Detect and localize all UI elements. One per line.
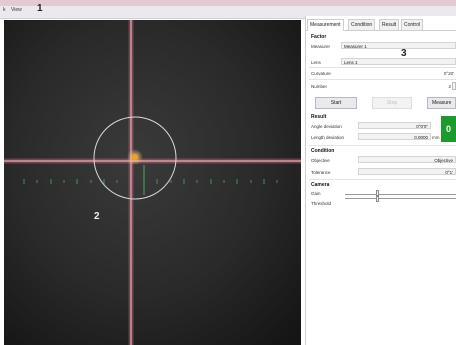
tolerance-label: Tolerance (311, 170, 331, 175)
callout-2: 2 (94, 211, 100, 222)
tab-measurement[interactable]: Measurement (307, 19, 344, 31)
threshold-label: Threshold (311, 201, 332, 206)
tolerance-field[interactable]: 0°1' (358, 168, 456, 175)
number-label: Number (311, 84, 328, 89)
objective-label: Objective (311, 158, 330, 163)
result-section-title: Result (311, 114, 327, 120)
camera-view[interactable] (4, 20, 301, 345)
number-spinner[interactable] (452, 82, 456, 90)
threshold-slider-thumb[interactable] (376, 196, 379, 202)
divider (309, 67, 456, 68)
start-button[interactable]: Start (315, 97, 357, 109)
callout-1: 1 (37, 3, 43, 14)
divider (309, 145, 456, 146)
angle-deviation-label: Angle deviation (311, 124, 342, 129)
measurer-label: Measurer (311, 44, 331, 49)
divider (309, 179, 456, 180)
camera-canvas (4, 20, 301, 345)
length-deviation-label: Length deviation (311, 135, 345, 140)
factor-section-title: Factor (311, 34, 327, 40)
tab-bar: Measurement Condition Result Control (305, 18, 456, 31)
threshold-slider[interactable] (345, 198, 456, 199)
objective-field[interactable]: Objective (358, 156, 456, 163)
lens-label: Lens (311, 60, 321, 65)
menu-item-k[interactable]: k (3, 7, 6, 13)
divider (309, 79, 456, 80)
measurer-select[interactable]: Measurer 1 (341, 42, 456, 49)
camera-image (4, 20, 301, 345)
gain-label: Gain (311, 191, 321, 196)
tab-condition[interactable]: Condition (348, 19, 376, 30)
condition-section-title: Condition (311, 148, 335, 154)
gain-slider[interactable] (345, 194, 456, 195)
lens-select[interactable]: Lens 1 (341, 58, 456, 65)
result-indicator: 0 (441, 116, 456, 142)
number-value[interactable]: 2 (400, 84, 451, 89)
menu-item-view[interactable]: View (11, 7, 22, 13)
stop-button[interactable]: Stop (372, 97, 412, 109)
length-deviation-field: 0.0000 (358, 133, 431, 140)
curvature-value: 0°20' (443, 71, 454, 76)
light-spot (132, 154, 138, 160)
control-panel (305, 16, 456, 345)
angle-deviation-field: 0°0'0" (358, 122, 431, 129)
length-unit: mm (432, 135, 440, 140)
camera-section-title: Camera (311, 182, 330, 188)
measure-button[interactable]: Measure (427, 97, 456, 109)
curvature-label: Curvature (311, 71, 331, 76)
tab-result[interactable]: Result (379, 19, 400, 30)
tab-control[interactable]: Control (401, 19, 424, 30)
